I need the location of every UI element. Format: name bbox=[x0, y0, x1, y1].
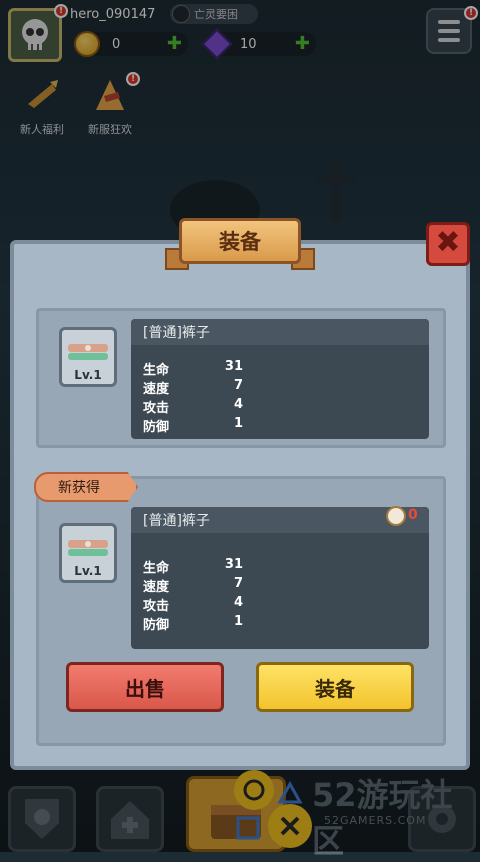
stat-value: 4 bbox=[233, 397, 243, 412]
new-item-stats: [普通]裤子 生命 31 速度 7 攻击 4 防御 1 bbox=[131, 507, 429, 649]
close-button[interactable]: ✖ bbox=[426, 222, 470, 266]
stat-row-attack: 攻击 4 bbox=[143, 595, 243, 614]
new-item-tag: 新获得 bbox=[34, 472, 138, 502]
new-item-name: [普通]裤子 bbox=[143, 513, 210, 529]
close-icon: ✖ bbox=[435, 225, 461, 260]
pants-icon bbox=[68, 344, 108, 360]
stat-value: 1 bbox=[233, 416, 243, 431]
current-item-level: Lv.1 bbox=[74, 368, 102, 382]
current-item-slot[interactable]: Lv.1 bbox=[59, 327, 117, 387]
stat-row-hp: 生命 31 bbox=[143, 557, 243, 576]
stat-label: 防御 bbox=[143, 618, 170, 633]
stat-label: 生命 bbox=[143, 363, 170, 378]
stat-value: 1 bbox=[233, 614, 243, 629]
stat-row-speed: 速度 7 bbox=[143, 576, 243, 595]
stat-row-defense: 防御 1 bbox=[143, 416, 243, 435]
stat-row-hp: 生命 31 bbox=[143, 359, 243, 378]
sell-button[interactable]: 出售 bbox=[66, 662, 224, 712]
stat-row-attack: 攻击 4 bbox=[143, 397, 243, 416]
stat-label: 速度 bbox=[143, 382, 170, 397]
new-item-slot[interactable]: Lv.1 bbox=[59, 523, 117, 583]
power-shield-icon bbox=[386, 506, 406, 526]
stat-label: 生命 bbox=[143, 561, 170, 576]
stat-value: 7 bbox=[233, 378, 243, 393]
stat-label: 速度 bbox=[143, 580, 170, 595]
dialog-header: 装备 bbox=[165, 218, 315, 272]
stat-label: 攻击 bbox=[143, 599, 170, 614]
power-value: 0 bbox=[408, 507, 418, 523]
dialog-title: 装备 bbox=[179, 218, 301, 264]
stat-row-speed: 速度 7 bbox=[143, 378, 243, 397]
stat-value: 7 bbox=[233, 576, 243, 591]
current-item-stats: [普通]裤子 生命 31 速度 7 攻击 4 防御 1 bbox=[131, 319, 429, 439]
stat-label: 防御 bbox=[143, 420, 170, 435]
stat-value: 4 bbox=[233, 595, 243, 610]
power-indicator: 0 bbox=[386, 506, 422, 528]
equip-button[interactable]: 装备 bbox=[256, 662, 414, 712]
stat-value: 31 bbox=[224, 557, 243, 572]
stat-row-defense: 防御 1 bbox=[143, 614, 243, 633]
current-item-name: [普通]裤子 bbox=[143, 325, 210, 341]
current-item-section: Lv.1 [普通]裤子 生命 31 速度 7 攻击 4 防御 1 bbox=[36, 308, 446, 448]
stat-value: 31 bbox=[224, 359, 243, 374]
pants-icon bbox=[68, 540, 108, 556]
new-item-level: Lv.1 bbox=[74, 564, 102, 578]
stat-label: 攻击 bbox=[143, 401, 170, 416]
